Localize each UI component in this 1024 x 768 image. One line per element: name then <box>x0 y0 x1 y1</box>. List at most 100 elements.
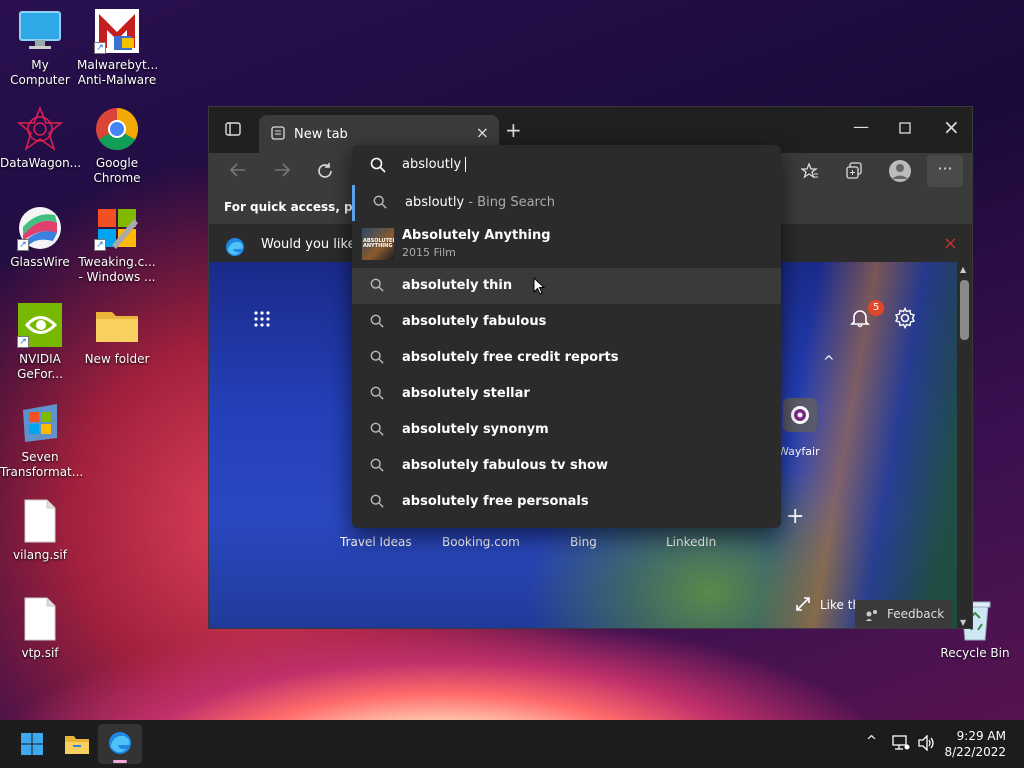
desktop-icon-label: DataWagon... <box>0 156 82 170</box>
suggestion-item[interactable]: absolutely thin <box>352 268 781 304</box>
profile-avatar[interactable] <box>888 159 912 187</box>
mouse-cursor-icon <box>533 276 546 299</box>
shortcut-arrow-icon: ↗ <box>94 42 106 54</box>
suggestion-suffix: - Bing Search <box>468 195 555 210</box>
edge-icon <box>108 731 132 759</box>
new-tab-plus-icon[interactable]: + <box>505 118 522 142</box>
desktop-icon-label: New folder <box>84 352 150 366</box>
suggestion-text: absolutely free personals <box>402 494 589 509</box>
search-icon <box>370 314 384 332</box>
address-bar-value: absloutly <box>402 157 462 172</box>
search-icon <box>370 157 386 177</box>
close-tab-icon[interactable]: × <box>476 123 489 142</box>
monitor-icon <box>17 8 63 54</box>
add-site-plus-icon[interactable]: + <box>786 504 804 529</box>
entity-title: Absolutely Anything <box>402 228 551 243</box>
address-bar-input[interactable]: absloutly <box>352 145 781 185</box>
suggestion-entity[interactable]: ABSOLUTELY ANYTHING Absolutely Anything … <box>352 221 781 267</box>
taskbar: ^ 9:29 AM 8/22/2022 <box>0 720 1024 768</box>
movie-poster-thumbnail: ABSOLUTELY ANYTHING <box>362 228 394 260</box>
edge-logo-icon <box>225 237 245 261</box>
network-icon[interactable] <box>892 735 910 755</box>
show-hidden-icons-chevron[interactable]: ^ <box>866 734 877 749</box>
tab-actions-icon[interactable] <box>225 121 241 141</box>
quick-link-booking[interactable]: Booking.com <box>442 535 520 549</box>
desktop-icon-glasswire[interactable]: ↗ GlassWire <box>0 205 80 270</box>
suggestion-text: absloutly <box>405 195 465 210</box>
system-clock[interactable]: 9:29 AM 8/22/2022 <box>944 728 1006 760</box>
taskbar-edge-button[interactable] <box>98 724 142 764</box>
suggestion-item[interactable]: absolutely free credit reports <box>352 340 781 376</box>
glasswire-icon: ↗ <box>17 205 63 251</box>
desktop-icon-my-computer[interactable]: My Computer <box>0 8 80 88</box>
suggestion-item[interactable]: absolutely free personals <box>352 484 781 520</box>
suggestion-item[interactable]: absolutely stellar <box>352 376 781 412</box>
notification-badge: 5 <box>868 300 884 316</box>
suggestion-bing-search[interactable]: absloutly - Bing Search <box>352 185 781 221</box>
suggestion-text: absolutely fabulous <box>402 314 547 329</box>
desktop-icon-vtp[interactable]: vtp.sif <box>0 596 80 661</box>
file-icon <box>17 498 63 544</box>
search-icon <box>370 458 384 476</box>
start-button[interactable] <box>20 732 44 760</box>
desktop-icon-seven-transformation[interactable]: Seven Transformat... <box>0 400 83 480</box>
minimize-button[interactable]: — <box>853 117 869 136</box>
search-icon <box>370 278 384 296</box>
desktop-icon-datawagon[interactable]: DataWagon... <box>0 105 82 171</box>
page-settings-gear-icon[interactable] <box>894 306 916 333</box>
file-explorer-icon[interactable] <box>64 732 90 760</box>
suggestion-item[interactable]: absolutely fabulous <box>352 304 781 340</box>
volume-icon[interactable] <box>918 734 936 755</box>
scroll-down-arrow-icon[interactable]: ▼ <box>960 618 966 627</box>
suggestion-item[interactable]: absolutely synonym <box>352 412 781 448</box>
desktop-icon-label: vtp.sif <box>21 646 59 660</box>
desktop-icon-malwarebytes[interactable]: ↗ Malwarebyt... Anti-Malware <box>77 8 159 88</box>
desktop-icon-label: Malwarebyt... Anti-Malware <box>77 58 159 87</box>
back-icon[interactable] <box>229 162 247 182</box>
scroll-up-arrow-icon[interactable]: ▲ <box>960 265 966 274</box>
maximize-button[interactable] <box>899 119 911 138</box>
wayfair-tile-icon[interactable] <box>783 398 817 432</box>
info-prompt: Would you like t <box>261 237 365 252</box>
refresh-icon[interactable] <box>316 162 334 184</box>
search-icon <box>370 494 384 512</box>
search-icon <box>370 350 384 368</box>
suggestion-text: absolutely stellar <box>402 386 530 401</box>
search-icon <box>373 195 387 213</box>
expand-image-icon[interactable] <box>796 596 810 615</box>
collapse-chevron-icon[interactable]: ^ <box>823 354 835 370</box>
desktop-icon-nvidia[interactable]: ↗ NVIDIA GeFor... <box>0 302 80 382</box>
suggestion-item[interactable]: absolutely fabulous tv show <box>352 448 781 484</box>
desktop-icon-tweaking[interactable]: ↗ Tweaking.c... - Windows ... <box>77 205 157 285</box>
clock-date: 8/22/2022 <box>944 745 1006 759</box>
close-window-button[interactable]: × <box>943 115 960 139</box>
favorites-star-icon[interactable] <box>800 162 819 184</box>
tweaking-icon: ↗ <box>94 205 140 251</box>
forward-icon[interactable] <box>273 162 291 182</box>
new-tab-page-icon <box>271 126 285 144</box>
desktop-icon-vilang[interactable]: vilang.sif <box>0 498 80 563</box>
dismiss-info-icon[interactable]: × <box>943 233 958 254</box>
app-launcher-icon[interactable] <box>253 310 271 332</box>
quick-link-travel-ideas[interactable]: Travel Ideas <box>340 535 412 549</box>
collections-icon[interactable] <box>845 162 863 184</box>
folder-icon <box>94 302 140 348</box>
quick-link-bing[interactable]: Bing <box>570 535 597 549</box>
scrollbar-thumb[interactable] <box>960 280 969 340</box>
page-scrollbar[interactable]: ▲ ▼ <box>957 262 972 628</box>
search-icon <box>370 422 384 440</box>
datawagon-icon <box>16 105 64 152</box>
feedback-button[interactable]: Feedback <box>855 600 951 628</box>
notifications-bell-icon[interactable] <box>850 308 870 332</box>
chrome-icon <box>94 106 140 152</box>
entity-subtitle: 2015 Film <box>402 246 456 259</box>
desktop-icon-new-folder[interactable]: New folder <box>77 302 157 367</box>
quick-link-linkedin[interactable]: LinkedIn <box>666 535 716 549</box>
file-icon <box>17 596 63 642</box>
suggestion-text: absolutely free credit reports <box>402 350 619 365</box>
settings-more-button[interactable]: ··· <box>927 155 963 187</box>
poster-text: ABSOLUTELY ANYTHING <box>363 238 394 249</box>
tab-title: New tab <box>294 127 348 142</box>
desktop-icon-label: Tweaking.c... - Windows ... <box>78 255 156 284</box>
desktop-icon-google-chrome[interactable]: Google Chrome <box>77 106 157 186</box>
